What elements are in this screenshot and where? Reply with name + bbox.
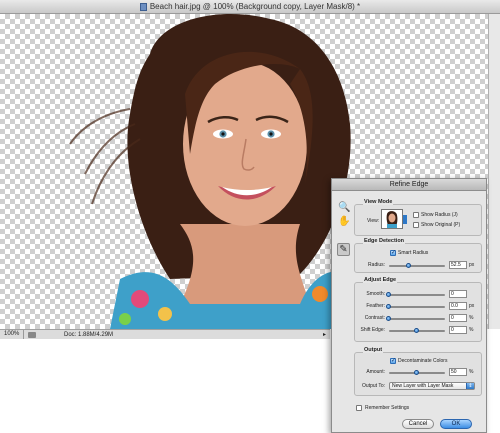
amount-slider-thumb[interactable] xyxy=(414,370,419,375)
contrast-slider[interactable] xyxy=(386,316,445,321)
view-thumbnail[interactable] xyxy=(381,209,407,229)
shift-edge-unit: % xyxy=(469,327,474,333)
contrast-field[interactable]: 0 xyxy=(449,314,467,322)
adjust-edge-title: Adjust Edge xyxy=(363,277,398,283)
output-to-select[interactable]: New Layer with Layer Mask ⇕ xyxy=(389,382,475,390)
contrast-label: Contrast: xyxy=(364,315,385,321)
status-info-icon[interactable] xyxy=(28,331,36,338)
smooth-field[interactable]: 0 xyxy=(449,290,467,298)
feather-unit: px xyxy=(469,303,475,309)
document-icon xyxy=(139,2,147,11)
contrast-unit: % xyxy=(469,315,474,321)
hand-tool-icon[interactable]: ✋ xyxy=(338,215,351,228)
photoshop-window: Beach hair.jpg @ 100% (Background copy, … xyxy=(0,0,500,433)
radius-label: Radius: xyxy=(368,262,385,268)
amount-slider[interactable] xyxy=(389,370,445,375)
radius-unit: px xyxy=(469,262,475,268)
smooth-slider[interactable] xyxy=(386,292,445,297)
refine-edge-dialog: Refine Edge 🔍 ✋ ✎ View Mode View: Show R… xyxy=(331,178,487,433)
show-radius-checkbox[interactable] xyxy=(413,212,419,218)
contrast-slider-thumb[interactable] xyxy=(386,316,391,321)
document-titlebar[interactable]: Beach hair.jpg @ 100% (Background copy, … xyxy=(0,0,500,14)
edge-detection-title: Edge Detection xyxy=(363,238,406,244)
smooth-label: Smooth: xyxy=(366,291,385,297)
zoom-tool-icon[interactable]: 🔍 xyxy=(338,201,351,214)
radius-slider-thumb[interactable] xyxy=(405,263,411,268)
vertical-scrollbar[interactable] xyxy=(488,14,500,329)
feather-label: Feather: xyxy=(366,303,385,309)
amount-label: Amount: xyxy=(366,369,385,375)
status-bar: 100% Doc: 1.88M/4.29M ▸ xyxy=(0,329,330,339)
shift-edge-field[interactable]: 0 xyxy=(449,326,467,334)
dialog-title: Refine Edge xyxy=(332,179,486,191)
radius-field[interactable]: 52.5 xyxy=(449,261,467,269)
view-thumbnail-image xyxy=(382,210,402,228)
edge-detection-group: Edge Detection ✓ Smart Radius Radius: 52… xyxy=(354,238,482,273)
refine-radius-tool-icon[interactable]: ✎ xyxy=(337,243,350,256)
zoom-level[interactable]: 100% xyxy=(0,330,24,339)
remember-settings-checkbox[interactable] xyxy=(356,405,362,411)
output-to-value: New Layer with Layer Mask xyxy=(392,383,454,389)
doc-size: Doc: 1.88M/4.29M xyxy=(64,331,114,338)
amount-field[interactable]: 50 xyxy=(449,368,467,376)
output-to-label: Output To: xyxy=(362,383,385,389)
remember-settings-label: Remember Settings xyxy=(365,405,410,411)
shift-edge-slider[interactable] xyxy=(389,328,445,333)
cancel-button[interactable]: Cancel xyxy=(402,419,434,429)
amount-unit: % xyxy=(469,369,474,375)
ok-button[interactable]: OK xyxy=(440,419,472,429)
feather-slider-thumb[interactable] xyxy=(386,304,391,309)
smart-radius-label: Smart Radius xyxy=(398,250,429,256)
view-dropdown-icon[interactable] xyxy=(403,215,407,224)
shift-edge-slider-thumb[interactable] xyxy=(414,328,419,333)
adjust-edge-group: Adjust Edge Smooth: 0 Feather: 0.0 px Co… xyxy=(354,277,482,342)
feather-slider[interactable] xyxy=(386,304,445,309)
decontaminate-checkbox[interactable]: ✓ xyxy=(390,358,396,364)
output-group: Output ✓ Decontaminate Colors Amount: 50… xyxy=(354,347,482,396)
show-radius-label: Show Radius (J) xyxy=(421,212,458,218)
view-label: View: xyxy=(367,218,380,224)
chevron-down-icon: ⇕ xyxy=(466,383,474,389)
shift-edge-label: Shift Edge: xyxy=(360,327,385,333)
document-title: Beach hair.jpg @ 100% (Background copy, … xyxy=(149,2,361,11)
smooth-slider-thumb[interactable] xyxy=(386,292,391,297)
smart-radius-checkbox[interactable]: ✓ xyxy=(390,250,396,256)
view-mode-title: View Mode xyxy=(363,199,394,205)
view-mode-group: View Mode View: Show Radius (J) Show Ori… xyxy=(354,199,482,236)
show-original-label: Show Original (P) xyxy=(421,222,461,228)
decontaminate-label: Decontaminate Colors xyxy=(398,358,448,364)
feather-field[interactable]: 0.0 xyxy=(449,302,467,310)
radius-slider[interactable] xyxy=(389,263,445,268)
output-title: Output xyxy=(363,347,384,353)
status-arrow-icon[interactable]: ▸ xyxy=(323,331,326,338)
show-original-checkbox[interactable] xyxy=(413,222,419,228)
